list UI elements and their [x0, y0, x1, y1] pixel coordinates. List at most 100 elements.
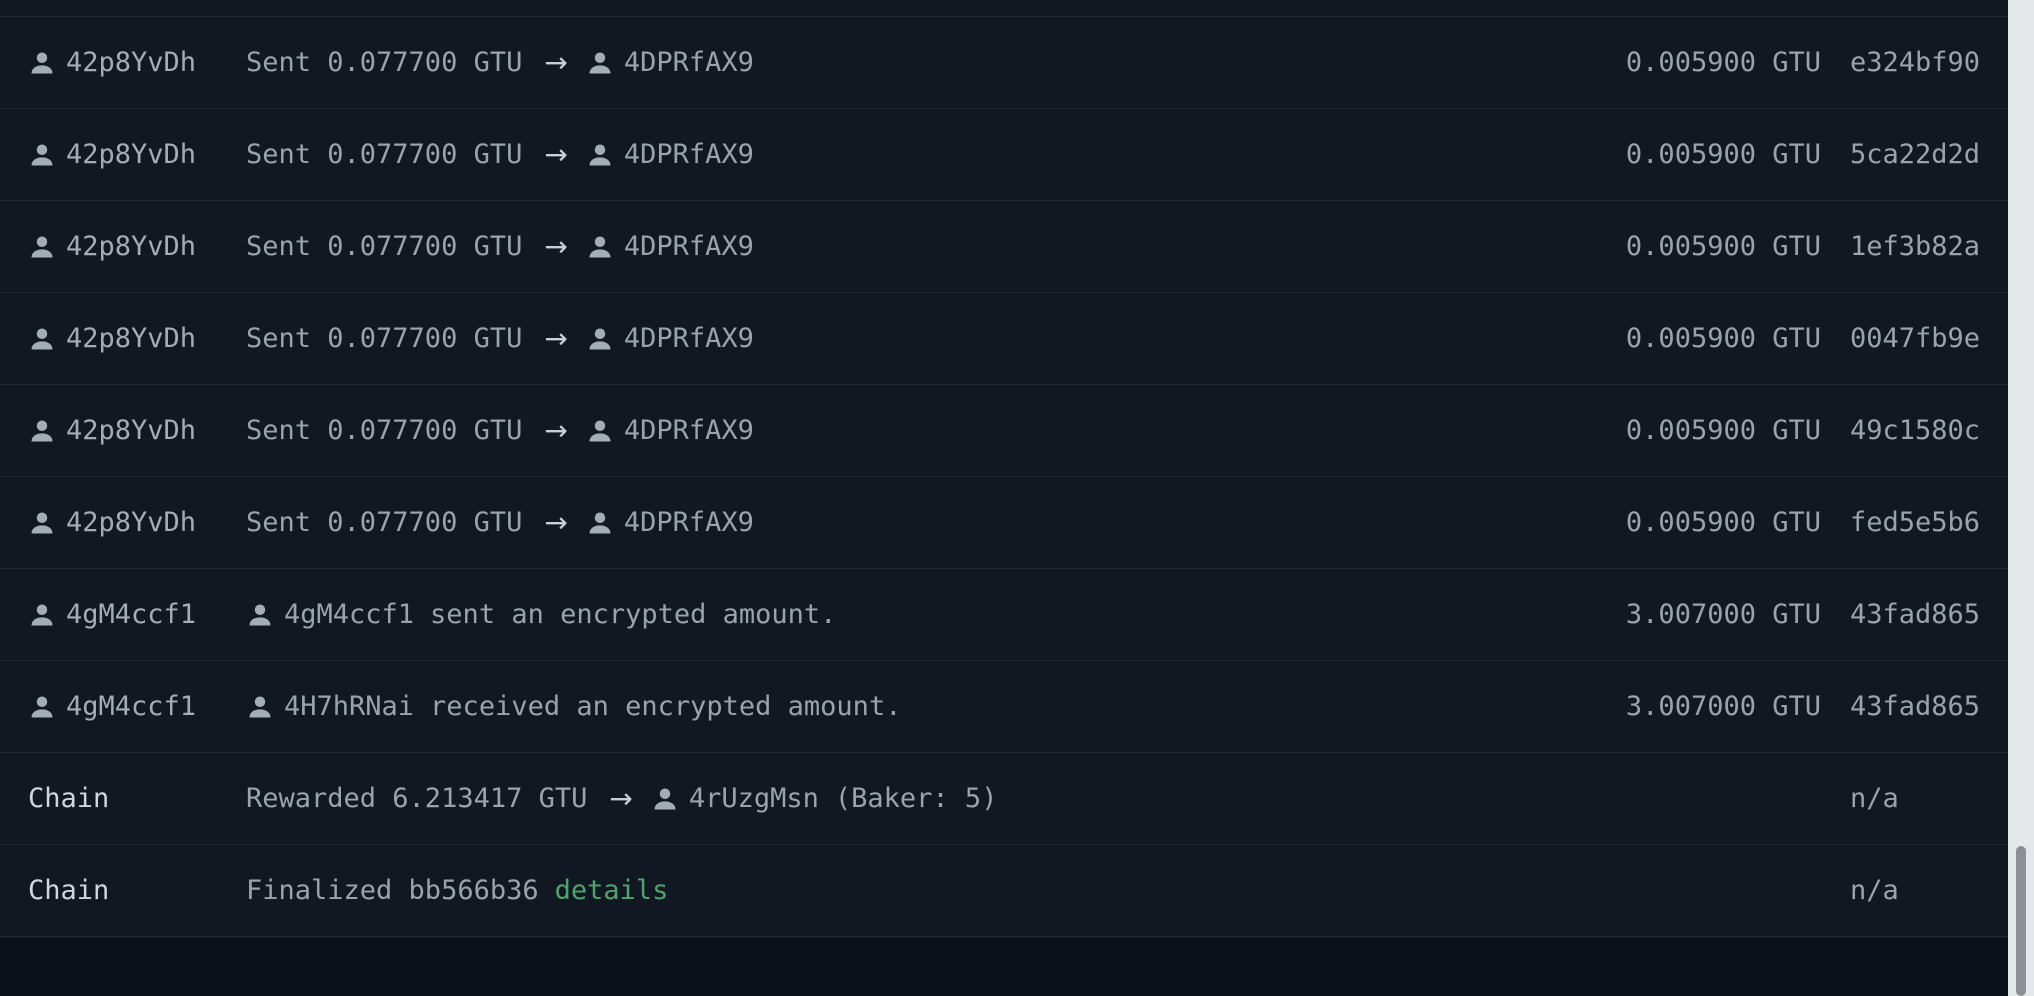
- recipient-label[interactable]: 4DPRfAX9: [624, 507, 754, 538]
- sender-cell[interactable]: 42p8YvDh: [28, 201, 196, 292]
- person-icon: [246, 693, 274, 721]
- event-cell: Sent 0.077700 GTU → 4DPRfAX9: [246, 293, 754, 384]
- tx-hash[interactable]: fed5e5b6: [1850, 477, 1980, 568]
- tx-hash[interactable]: 5ca22d2d: [1850, 109, 1980, 200]
- person-icon: [28, 141, 56, 169]
- sender-label: 42p8YvDh: [66, 231, 197, 262]
- arrow-icon: →: [544, 322, 568, 355]
- sender-cell[interactable]: 42p8YvDh: [28, 293, 196, 384]
- event-cell: 4gM4ccf1 sent an encrypted amount.: [246, 569, 836, 660]
- cost-cell: 0.005900 GTU: [1625, 47, 1821, 78]
- tx-hash[interactable]: 43fad865: [1850, 569, 1980, 660]
- recipient-label[interactable]: 4DPRfAX9: [624, 139, 754, 170]
- tx-hash[interactable]: 1ef3b82a: [1850, 201, 1980, 292]
- person-icon: [28, 693, 56, 721]
- account-label[interactable]: 4gM4ccf1: [284, 599, 414, 630]
- person-icon: [586, 325, 614, 353]
- recipient-label[interactable]: 4DPRfAX9: [624, 231, 754, 262]
- sender-label: 4gM4ccf1: [66, 599, 197, 630]
- sender-cell: Chain: [28, 845, 109, 936]
- details-link[interactable]: details: [555, 875, 669, 906]
- sender-label: 42p8YvDh: [66, 47, 197, 78]
- person-icon: [246, 601, 274, 629]
- tx-hash[interactable]: e324bf90: [1850, 17, 1980, 108]
- event-text: Rewarded 6.213417 GTU: [246, 783, 588, 814]
- event-cell: Sent 0.077700 GTU → 4DPRfAX9: [246, 477, 754, 568]
- sender-label: Chain: [28, 783, 110, 814]
- transactions-table: 42p8YvDh Sent 0.077700 GTU → 4DPRfAX9 0.…: [0, 0, 2008, 938]
- event-text: received an encrypted amount.: [430, 691, 902, 722]
- table-row: Chain Finalized bb566b36 details n/a: [0, 845, 2008, 937]
- cost-cell: 0.005900 GTU: [1625, 323, 1821, 354]
- event-cell: Sent 0.077700 GTU → 4DPRfAX9: [246, 201, 754, 292]
- event-cell: 4H7hRNai received an encrypted amount.: [246, 661, 901, 752]
- sender-label: 42p8YvDh: [66, 415, 197, 446]
- person-icon: [586, 141, 614, 169]
- table-row: 42p8YvDh Sent 0.077700 GTU → 4DPRfAX9 0.…: [0, 109, 2008, 201]
- sender-label: Chain: [28, 875, 110, 906]
- event-text: Sent 0.077700 GTU: [246, 323, 523, 354]
- tx-hash: n/a: [1850, 875, 1899, 906]
- person-icon: [28, 325, 56, 353]
- arrow-icon: →: [609, 782, 633, 815]
- event-text: Sent 0.077700 GTU: [246, 507, 523, 538]
- table-row: 42p8YvDh Sent 0.077700 GTU → 4DPRfAX9 0.…: [0, 293, 2008, 385]
- sender-label: 42p8YvDh: [66, 323, 197, 354]
- event-cell: Finalized bb566b36 details: [246, 845, 668, 936]
- event-cell: Sent 0.077700 GTU → 4DPRfAX9: [246, 109, 754, 200]
- cost-cell: 0.005900 GTU: [1625, 415, 1821, 446]
- person-icon: [28, 233, 56, 261]
- recipient-label[interactable]: 4DPRfAX9: [624, 47, 754, 78]
- recipient-label[interactable]: 4DPRfAX9: [624, 415, 754, 446]
- cost-cell: 3.007000 GTU: [1625, 691, 1821, 722]
- scrollbar-thumb[interactable]: [2016, 846, 2026, 996]
- arrow-icon: →: [544, 506, 568, 539]
- sender-cell[interactable]: 4gM4ccf1: [28, 569, 196, 660]
- tx-hash[interactable]: 49c1580c: [1850, 385, 1980, 476]
- cost-cell: 0.005900 GTU: [1625, 139, 1821, 170]
- sender-cell[interactable]: 42p8YvDh: [28, 385, 196, 476]
- sender-cell[interactable]: 42p8YvDh: [28, 109, 196, 200]
- recipient-label[interactable]: 4DPRfAX9: [624, 323, 754, 354]
- table-row: Chain Rewarded 6.213417 GTU → 4rUzgMsn (…: [0, 753, 2008, 845]
- event-text: sent an encrypted amount.: [430, 599, 837, 630]
- person-icon: [586, 509, 614, 537]
- arrow-icon: →: [544, 46, 568, 79]
- cost-cell: 0.005900 GTU: [1625, 231, 1821, 262]
- event-text: Sent 0.077700 GTU: [246, 415, 523, 446]
- person-icon: [586, 49, 614, 77]
- sender-cell[interactable]: 42p8YvDh: [28, 477, 196, 568]
- arrow-icon: →: [544, 230, 568, 263]
- table-row: 42p8YvDh Sent 0.077700 GTU → 4DPRfAX9 0.…: [0, 385, 2008, 477]
- sender-cell[interactable]: 4gM4ccf1: [28, 661, 196, 752]
- event-text: Sent 0.077700 GTU: [246, 47, 523, 78]
- sender-label: 42p8YvDh: [66, 507, 197, 538]
- tx-hash: n/a: [1850, 783, 1899, 814]
- event-suffix: (Baker: 5): [834, 783, 998, 814]
- sender-cell: Chain: [28, 753, 109, 844]
- arrow-icon: →: [544, 414, 568, 447]
- person-icon: [28, 417, 56, 445]
- event-text: Sent 0.077700 GTU: [246, 139, 523, 170]
- cost-cell: 3.007000 GTU: [1625, 599, 1821, 630]
- sender-cell[interactable]: 42p8YvDh: [28, 17, 196, 108]
- table-row: 42p8YvDh Sent 0.077700 GTU → 4DPRfAX9 0.…: [0, 477, 2008, 569]
- arrow-icon: →: [544, 138, 568, 171]
- person-icon: [586, 417, 614, 445]
- table-row: 4gM4ccf1 4gM4ccf1 sent an encrypted amou…: [0, 569, 2008, 661]
- sender-label: 42p8YvDh: [66, 139, 197, 170]
- person-icon: [28, 49, 56, 77]
- table-row: 4gM4ccf1 4H7hRNai received an encrypted …: [0, 661, 2008, 753]
- person-icon: [651, 785, 679, 813]
- event-cell: Rewarded 6.213417 GTU → 4rUzgMsn (Baker:…: [246, 753, 997, 844]
- person-icon: [28, 509, 56, 537]
- cost-cell: 0.005900 GTU: [1625, 507, 1821, 538]
- tx-hash[interactable]: 0047fb9e: [1850, 293, 1980, 384]
- account-label[interactable]: 4H7hRNai: [284, 691, 414, 722]
- recipient-label[interactable]: 4rUzgMsn: [689, 783, 819, 814]
- event-cell: Sent 0.077700 GTU → 4DPRfAX9: [246, 17, 754, 108]
- tx-hash[interactable]: 43fad865: [1850, 661, 1980, 752]
- sender-label: 4gM4ccf1: [66, 691, 197, 722]
- event-cell: Sent 0.077700 GTU → 4DPRfAX9: [246, 385, 754, 476]
- vertical-scrollbar[interactable]: [2008, 0, 2034, 996]
